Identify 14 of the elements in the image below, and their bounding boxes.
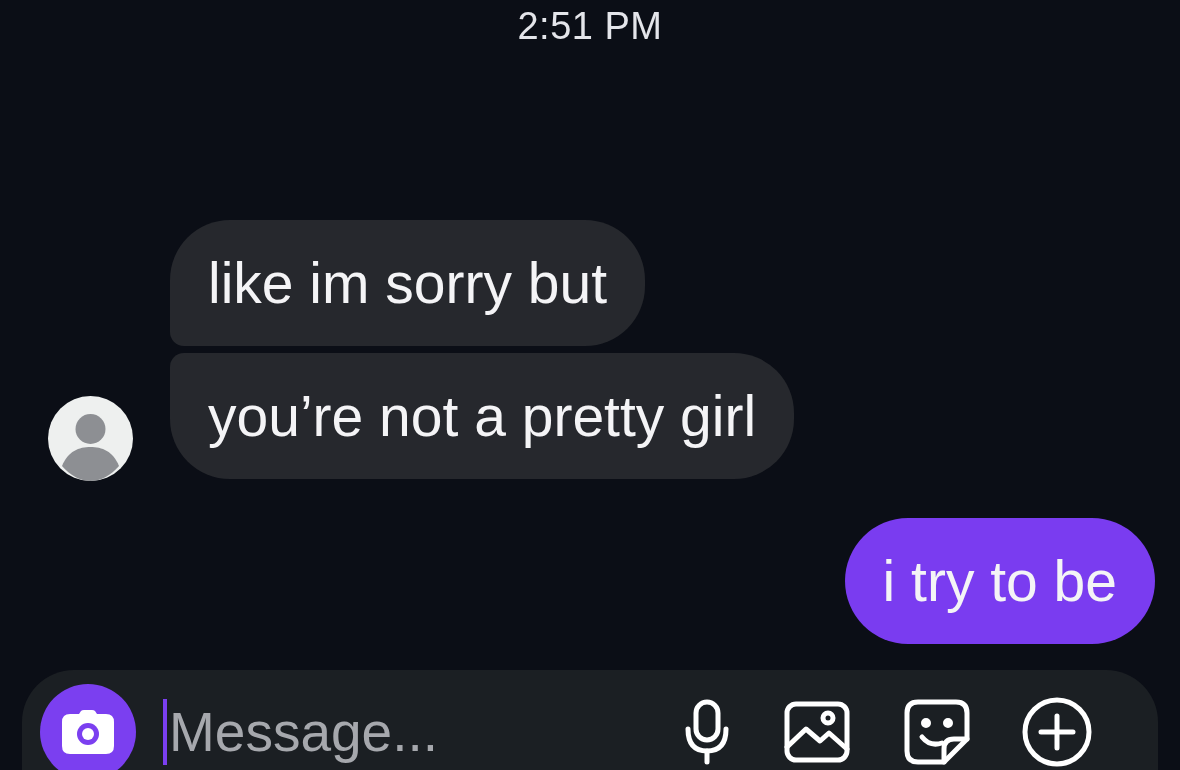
image-icon — [784, 701, 850, 763]
plus-circle-icon — [1022, 697, 1092, 767]
camera-icon — [62, 710, 114, 754]
message-bubble: i try to be — [844, 518, 1155, 644]
timestamp: 2:51 PM — [517, 4, 663, 48]
message-bubble: like im sorry but — [170, 220, 646, 346]
sticker-icon — [904, 699, 970, 765]
avatar-icon[interactable] — [48, 396, 133, 481]
sticker-button[interactable] — [902, 697, 972, 767]
text-cursor — [163, 699, 167, 765]
microphone-icon — [685, 699, 729, 765]
add-button[interactable] — [1022, 697, 1092, 767]
message-bubble: you’re not a pretty girl — [170, 353, 795, 479]
message-input[interactable]: Message... — [167, 699, 499, 765]
